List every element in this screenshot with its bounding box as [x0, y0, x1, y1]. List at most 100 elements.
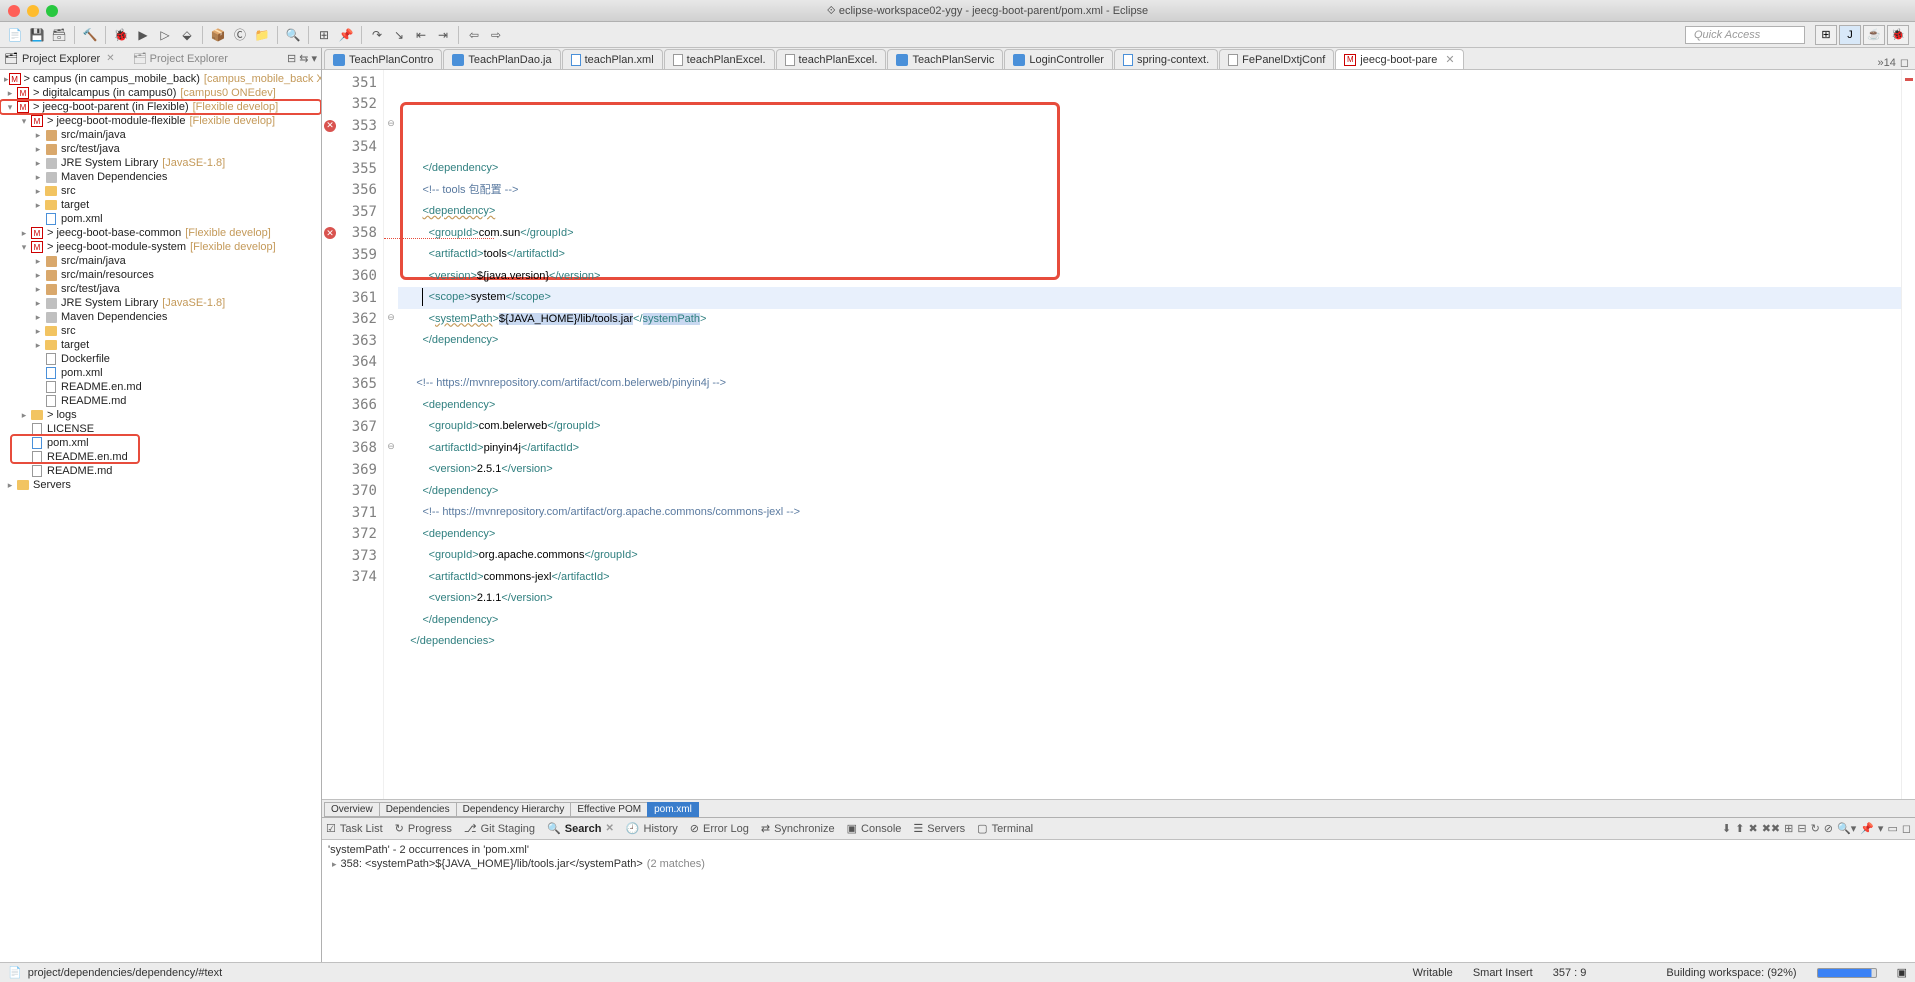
tree-item[interactable]: ▾M> jeecg-boot-module-system[Flexible de… — [0, 240, 321, 254]
panel-tab[interactable]: ⊘Error Log — [690, 822, 749, 835]
tree-item[interactable]: ▸src/main/resources — [0, 268, 321, 282]
editor-tab[interactable]: teachPlan.xml — [562, 49, 663, 69]
pom-tab[interactable]: Effective POM — [570, 802, 648, 817]
project-tree[interactable]: ▸M> campus (in campus_mobile_back)[campu… — [0, 70, 321, 962]
forward-icon[interactable]: ⇨ — [487, 26, 505, 44]
save-icon[interactable]: 💾 — [28, 26, 46, 44]
panel-tab[interactable]: ⎇Git Staging — [464, 822, 535, 835]
pom-tab[interactable]: Dependencies — [379, 802, 457, 817]
tree-item[interactable]: ▸src/test/java — [0, 282, 321, 296]
run-icon[interactable]: ▶ — [134, 26, 152, 44]
remove-all-icon[interactable]: ✖✖ — [1762, 822, 1780, 835]
tree-item[interactable]: LICENSE — [0, 422, 321, 436]
toggle-icon[interactable]: ⊞ — [315, 26, 333, 44]
expand-all-icon[interactable]: ⊞ — [1784, 822, 1793, 835]
tree-item[interactable]: ▾M> jeecg-boot-parent (in Flexible)[Flex… — [0, 100, 321, 114]
tree-item[interactable]: ▸JRE System Library[JavaSE-1.8] — [0, 156, 321, 170]
panel-tab[interactable]: 🕘History — [626, 822, 678, 835]
tree-item[interactable]: pom.xml — [0, 212, 321, 226]
search-results[interactable]: 'systemPath' - 2 occurrences in 'pom.xml… — [322, 840, 1915, 962]
tree-item[interactable]: ▸target — [0, 338, 321, 352]
editor-tab[interactable]: Mjeecg-boot-pare✕ — [1335, 49, 1463, 69]
collapse-all-icon[interactable]: ⊟ — [1797, 822, 1806, 835]
run-last-icon[interactable]: ▷ — [156, 26, 174, 44]
pom-tab[interactable]: pom.xml — [647, 802, 699, 817]
cancel-icon[interactable]: ⊘ — [1824, 822, 1833, 835]
java-ee-perspective-button[interactable]: J — [1839, 25, 1861, 45]
close-window-button[interactable] — [8, 5, 20, 17]
back-icon[interactable]: ⇦ — [465, 26, 483, 44]
tree-item[interactable]: ▸src/main/java — [0, 128, 321, 142]
step-over-icon[interactable]: ↷ — [368, 26, 386, 44]
debug-perspective-button[interactable]: 🐞 — [1887, 25, 1909, 45]
prev-match-icon[interactable]: ⬆ — [1735, 822, 1744, 835]
progress-icon[interactable]: ▣ — [1897, 966, 1907, 979]
search-icon[interactable]: 🔍 — [284, 26, 302, 44]
tree-item[interactable]: README.en.md — [0, 450, 321, 464]
tree-item[interactable]: ▸M> digitalcampus (in campus0)[campus0 O… — [0, 86, 321, 100]
build-icon[interactable]: 🔨 — [81, 26, 99, 44]
editor-tab[interactable]: TeachPlanServic — [887, 49, 1003, 69]
editor-tab[interactable]: LoginController — [1004, 49, 1113, 69]
minimize-panel-icon[interactable]: ▭ — [1887, 822, 1897, 835]
tree-item[interactable]: ▸Servers — [0, 478, 321, 492]
quick-access-input[interactable]: Quick Access — [1685, 26, 1805, 44]
tree-item[interactable]: ▸> logs — [0, 408, 321, 422]
collapse-all-icon[interactable]: ⊟ — [287, 52, 296, 65]
editor-tab[interactable]: TeachPlanDao.ja — [443, 49, 560, 69]
tree-item[interactable]: ▸JRE System Library[JavaSE-1.8] — [0, 296, 321, 310]
open-perspective-button[interactable]: ⊞ — [1815, 25, 1837, 45]
expand-arrow-icon[interactable]: ▸ — [332, 859, 337, 870]
maximize-window-button[interactable] — [46, 5, 58, 17]
tree-item[interactable]: ▸src/test/java — [0, 142, 321, 156]
tree-item[interactable]: pom.xml — [0, 366, 321, 380]
panel-tab[interactable]: ☑Task List — [326, 822, 383, 835]
maximize-editor-icon[interactable]: ◻ — [1900, 56, 1909, 69]
more-tabs-indicator[interactable]: »14 — [1878, 57, 1896, 69]
tree-item[interactable]: ▸Maven Dependencies — [0, 310, 321, 324]
pin-icon[interactable]: 📌 — [1860, 822, 1874, 835]
coverage-icon[interactable]: ⬙ — [178, 26, 196, 44]
remove-match-icon[interactable]: ✖ — [1748, 822, 1757, 835]
tree-item[interactable]: ▸M> jeecg-boot-base-common[Flexible deve… — [0, 226, 321, 240]
next-match-icon[interactable]: ⬇ — [1722, 822, 1731, 835]
tree-item[interactable]: ▸target — [0, 198, 321, 212]
link-editor-icon[interactable]: ⇆ — [299, 52, 308, 65]
tree-item[interactable]: README.md — [0, 394, 321, 408]
search-result-row[interactable]: ▸ 358: <systemPath>${JAVA_HOME}/lib/tool… — [328, 858, 1909, 870]
tree-item[interactable]: Dockerfile — [0, 352, 321, 366]
editor-tab[interactable]: TeachPlanContro — [324, 49, 442, 69]
debug-icon[interactable]: 🐞 — [112, 26, 130, 44]
maximize-panel-icon[interactable]: ◻ — [1902, 822, 1911, 835]
tree-item[interactable]: README.en.md — [0, 380, 321, 394]
step-into-icon[interactable]: ↘ — [390, 26, 408, 44]
tree-item[interactable]: pom.xml — [0, 436, 321, 450]
panel-tab[interactable]: ▣Console — [847, 822, 902, 835]
pin-icon[interactable]: 📌 — [337, 26, 355, 44]
error-marker[interactable] — [1905, 78, 1913, 81]
pom-tab[interactable]: Overview — [324, 802, 380, 817]
new-class-icon[interactable]: Ⓒ — [231, 26, 249, 44]
history-icon[interactable]: 🔍▾ — [1837, 822, 1856, 835]
step-return-icon[interactable]: ⇤ — [412, 26, 430, 44]
view-menu-icon[interactable]: ▾ — [1878, 822, 1884, 835]
save-all-icon[interactable]: 🗃 — [50, 26, 68, 44]
code-area[interactable]: </dependency> <!-- tools 包配置 --> <depend… — [398, 70, 1901, 799]
panel-tab[interactable]: ☰Servers — [913, 822, 965, 835]
new-folder-icon[interactable]: 📁 — [253, 26, 271, 44]
panel-tab[interactable]: 🔍Search✕ — [547, 822, 614, 835]
panel-tab[interactable]: ⇄Synchronize — [761, 822, 835, 835]
tree-item[interactable]: ▸src — [0, 324, 321, 338]
tree-item[interactable]: ▾M> jeecg-boot-module-flexible[Flexible … — [0, 114, 321, 128]
overview-ruler[interactable] — [1901, 70, 1915, 799]
panel-tab[interactable]: ↻Progress — [395, 822, 452, 835]
tree-item[interactable]: ▸M> campus (in campus_mobile_back)[campu… — [0, 72, 321, 86]
run-again-icon[interactable]: ↻ — [1811, 822, 1820, 835]
tree-item[interactable]: README.md — [0, 464, 321, 478]
new-package-icon[interactable]: 📦 — [209, 26, 227, 44]
editor-tab[interactable]: FePanelDxtjConf — [1219, 49, 1334, 69]
tree-item[interactable]: ▸Maven Dependencies — [0, 170, 321, 184]
tree-item[interactable]: ▸src/main/java — [0, 254, 321, 268]
tree-item[interactable]: ▸src — [0, 184, 321, 198]
new-icon[interactable]: 📄 — [6, 26, 24, 44]
